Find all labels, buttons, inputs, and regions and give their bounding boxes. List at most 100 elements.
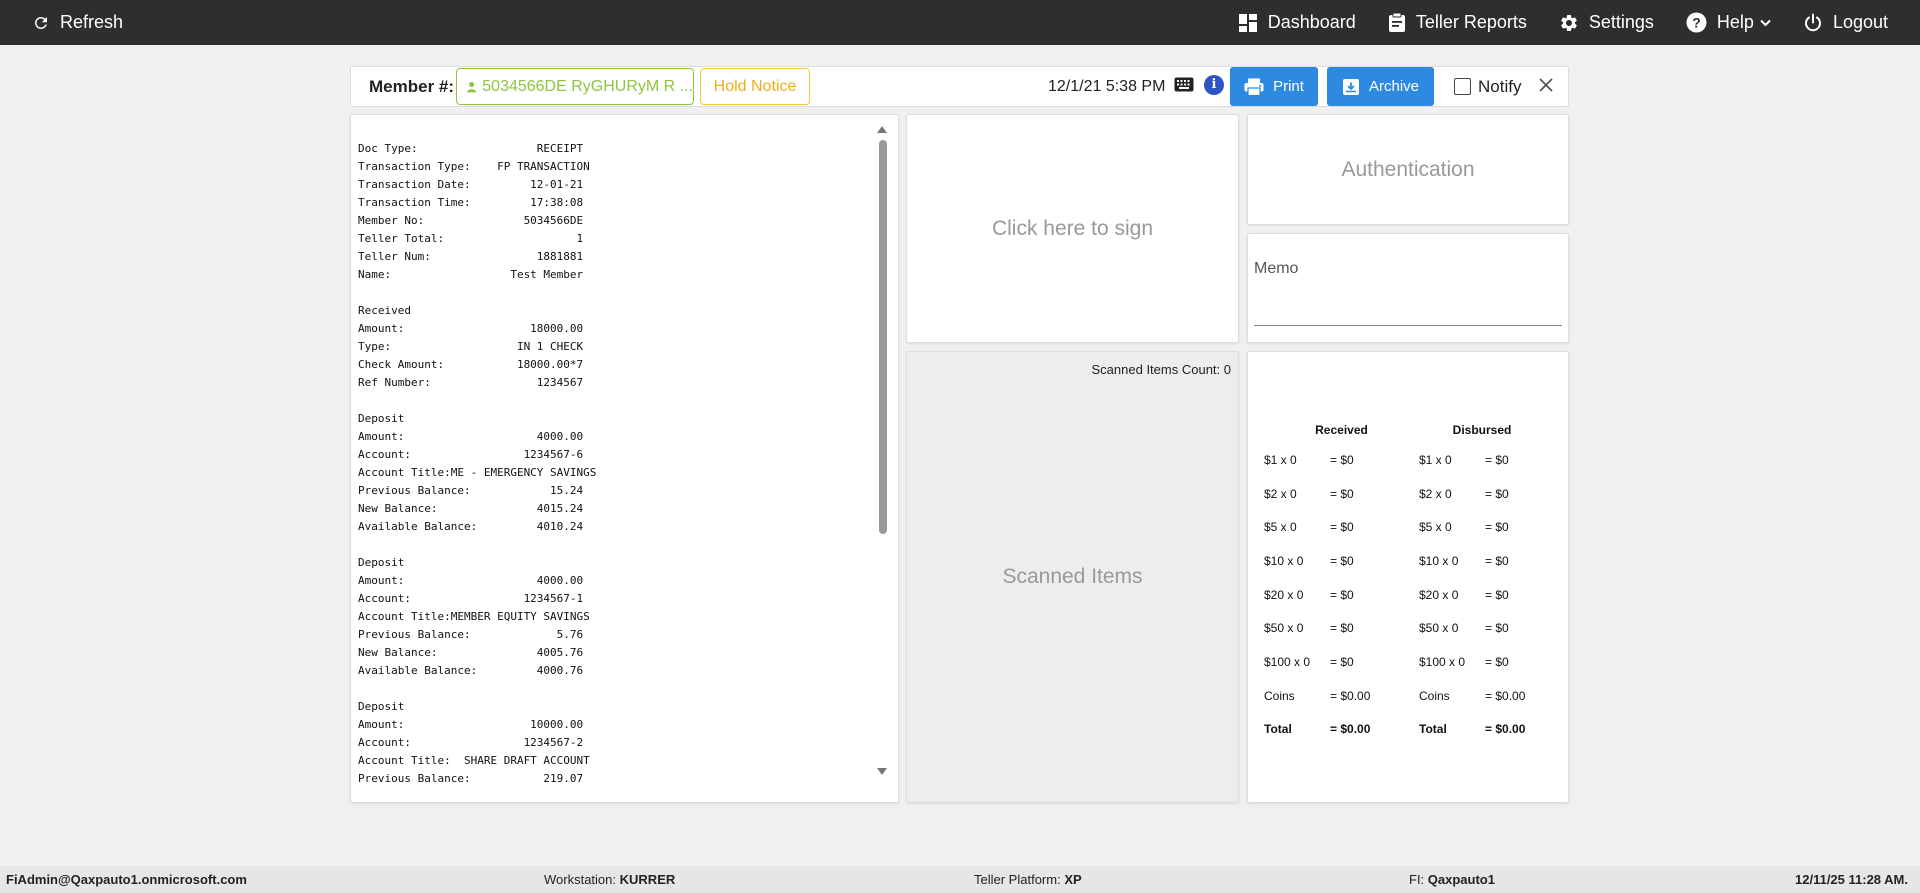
scanned-items-panel[interactable]: Scanned Items Scanned Items Count: 0	[906, 351, 1239, 803]
received-amount: = $0	[1330, 486, 1354, 501]
disbursed-amount: = $0	[1485, 654, 1509, 669]
denomination-row: Coins = $0.00 Coins = $0.00	[1264, 679, 1545, 713]
received-denomination: Coins	[1264, 688, 1295, 703]
chevron-down-icon	[1760, 19, 1771, 26]
disbursed-denomination: $20 x 0	[1419, 587, 1459, 602]
nav-teller-reports[interactable]: Teller Reports	[1388, 12, 1527, 33]
nav-help-label: Help	[1716, 12, 1754, 32]
nav-dashboard-label: Dashboard	[1267, 12, 1356, 32]
denomination-table: Received Disbursed $1 x 0 = $0 $1 x 0 = $0 $…	[1264, 417, 1545, 746]
received-denomination: $100 x 0	[1264, 654, 1311, 669]
nav-menu: Dashboard Teller Reports Settings ? Help…	[1238, 0, 1920, 45]
disbursed-amount: = $0.00	[1485, 688, 1526, 703]
received-denomination: $1 x 0	[1264, 452, 1297, 467]
received-header: Received	[1315, 423, 1368, 437]
dashboard-icon	[1238, 13, 1257, 32]
nav-dashboard[interactable]: Dashboard	[1238, 12, 1356, 33]
signature-label: Click here to sign	[991, 216, 1154, 240]
received-denomination: $10 x 0	[1264, 553, 1304, 568]
nav-teller-reports-label: Teller Reports	[1415, 12, 1527, 32]
footer-workstation: Workstation: KURRER	[544, 872, 676, 887]
footer-user: FiAdmin@Qaxpauto1.onmicrosoft.com	[6, 872, 247, 887]
memo-input[interactable]	[1254, 292, 1562, 324]
disbursed-header: Disbursed	[1452, 423, 1512, 437]
received-amount: = $0	[1330, 654, 1354, 669]
member-number-value: 5034566DE RyGHURyM R ...	[482, 77, 693, 95]
disbursed-amount: = $0	[1485, 520, 1509, 535]
info-icon[interactable]: i	[1204, 75, 1224, 95]
member-number-label: Member #:	[369, 77, 455, 96]
svg-text:?: ?	[1692, 15, 1701, 31]
disbursed-denomination: $100 x 0	[1419, 654, 1466, 669]
help-icon: ?	[1686, 12, 1707, 33]
received-denomination: $50 x 0	[1264, 621, 1304, 636]
close-icon[interactable]	[1536, 75, 1556, 95]
receipt-text: Doc Type: RECEIPT Transaction Type: FP T…	[358, 142, 597, 785]
disbursed-total-amount: = $0.00	[1485, 722, 1526, 737]
disbursed-total-label: Total	[1419, 722, 1447, 737]
archive-button[interactable]: Archive	[1327, 67, 1434, 106]
nav-logout[interactable]: Logout	[1803, 12, 1888, 33]
memo-panel: Memo	[1247, 233, 1569, 343]
denomination-row: $20 x 0 = $0 $20 x 0 = $0	[1264, 578, 1545, 612]
denomination-row: $50 x 0 = $0 $50 x 0 = $0	[1264, 611, 1545, 645]
denomination-row: $100 x 0 = $0 $100 x 0 = $0	[1264, 645, 1545, 679]
refresh-button[interactable]: Refresh	[32, 0, 123, 45]
transaction-datetime: 12/1/21 5:38 PM	[1048, 78, 1166, 95]
user-icon	[467, 81, 477, 92]
total-row: Total = $0.00 Total = $0.00	[1264, 713, 1545, 747]
print-button[interactable]: Print	[1230, 67, 1318, 106]
notify-checkbox[interactable]	[1454, 78, 1471, 95]
scanned-items-title: Scanned Items	[1002, 565, 1143, 588]
keyboard-icon[interactable]	[1174, 77, 1194, 92]
received-amount: = $0	[1330, 452, 1354, 467]
nav-help[interactable]: ? Help	[1686, 12, 1771, 33]
footer-platform: Teller Platform: XP	[974, 872, 1082, 887]
printer-icon	[1244, 78, 1264, 96]
disbursed-amount: = $0	[1485, 486, 1509, 501]
refresh-icon	[35, 16, 47, 29]
receipt-panel[interactable]: Doc Type: RECEIPT Transaction Type: FP T…	[350, 114, 899, 803]
notify-label: Notify	[1478, 76, 1522, 96]
disbursed-denomination: $1 x 0	[1419, 452, 1452, 467]
nav-settings[interactable]: Settings	[1559, 12, 1654, 33]
received-total-label: Total	[1264, 722, 1292, 737]
hold-notice-button[interactable]: Hold Notice	[700, 68, 810, 105]
signature-pad[interactable]: Click here to sign	[906, 114, 1239, 343]
top-navigation-bar: Refresh Dashboard Teller Reports Setting…	[0, 0, 1920, 45]
footer-timestamp: 12/11/25 11:28 AM.	[1795, 872, 1908, 887]
gear-icon	[1561, 14, 1577, 31]
status-footer: FiAdmin@Qaxpauto1.onmicrosoft.com Workst…	[0, 866, 1920, 893]
authentication-label: Authentication	[1341, 157, 1475, 181]
scroll-down-arrow[interactable]	[877, 768, 887, 775]
denomination-row: $1 x 0 = $0 $1 x 0 = $0	[1264, 443, 1545, 477]
scroll-up-arrow[interactable]	[877, 126, 887, 133]
clipboard-icon	[1388, 12, 1405, 32]
received-denomination: $2 x 0	[1264, 486, 1297, 501]
received-denomination: $20 x 0	[1264, 587, 1304, 602]
disbursed-amount: = $0	[1485, 452, 1509, 467]
notify-toggle[interactable]: Notify	[1454, 67, 1521, 106]
disbursed-amount: = $0	[1485, 587, 1509, 602]
nav-logout-label: Logout	[1832, 12, 1888, 32]
footer-fi: FI: Qaxpauto1	[1409, 872, 1495, 887]
denomination-row: $10 x 0 = $0 $10 x 0 = $0	[1264, 544, 1545, 578]
print-label: Print	[1273, 78, 1304, 95]
received-amount: = $0.00	[1330, 688, 1371, 703]
member-number-button[interactable]: 5034566DE RyGHURyM R ...	[456, 68, 694, 105]
scanned-items-count: Scanned Items Count: 0	[1091, 362, 1231, 377]
denomination-row: $5 x 0 = $0 $5 x 0 = $0	[1264, 510, 1545, 544]
cash-denomination-panel: Received Disbursed $1 x 0 = $0 $1 x 0 = $0 $…	[1247, 351, 1569, 803]
archive-icon	[1342, 78, 1359, 95]
received-total-amount: = $0.00	[1330, 722, 1371, 737]
received-amount: = $0	[1330, 587, 1354, 602]
archive-label: Archive	[1368, 78, 1420, 95]
received-denomination: $5 x 0	[1264, 520, 1297, 535]
scrollbar-thumb[interactable]	[879, 140, 887, 534]
disbursed-denomination: $5 x 0	[1419, 520, 1452, 535]
authentication-panel[interactable]: Authentication	[1247, 114, 1569, 225]
power-icon	[1804, 13, 1821, 31]
received-amount: = $0	[1330, 621, 1354, 636]
disbursed-denomination: $50 x 0	[1419, 621, 1459, 636]
disbursed-denomination: Coins	[1419, 688, 1450, 703]
